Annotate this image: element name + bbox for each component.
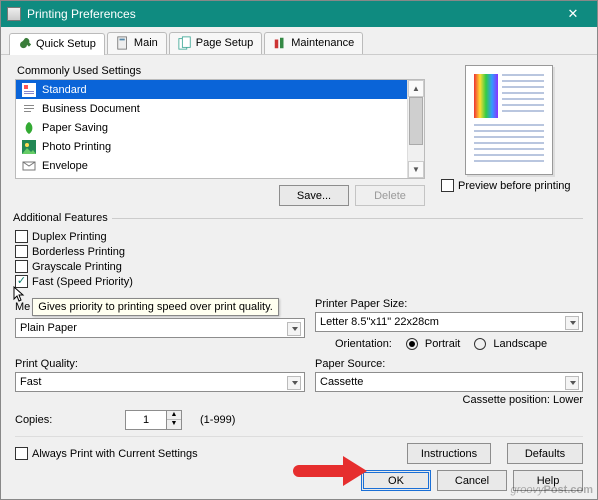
grayscale-label: Grayscale Printing: [32, 261, 122, 273]
borderless-checkbox[interactable]: [15, 245, 28, 258]
tab-label: Quick Setup: [36, 38, 96, 50]
borderless-label: Borderless Printing: [32, 246, 125, 258]
list-item-label: Business Document: [42, 103, 140, 115]
portrait-label: Portrait: [425, 338, 460, 350]
cassette-note: Cassette position: Lower: [315, 394, 583, 406]
fast-label: Fast (Speed Priority): [32, 276, 133, 288]
paper-saving-icon: [22, 121, 36, 135]
landscape-radio[interactable]: [474, 338, 486, 350]
tab-label: Main: [134, 37, 158, 49]
document-icon: [116, 36, 130, 50]
portrait-radio[interactable]: [406, 338, 418, 350]
list-item-label: Standard: [42, 84, 87, 96]
print-quality-value: Fast: [20, 376, 41, 388]
copies-label: Copies:: [15, 414, 115, 426]
standard-icon: [22, 83, 36, 97]
wrench-icon: [18, 37, 32, 51]
print-quality-select[interactable]: Fast: [15, 372, 305, 392]
scroll-thumb[interactable]: [409, 97, 423, 145]
fast-checkbox[interactable]: [15, 275, 28, 288]
paper-source-select[interactable]: Cassette: [315, 372, 583, 392]
preview-label: Preview before printing: [458, 180, 571, 192]
landscape-radio-row[interactable]: Landscape: [474, 338, 547, 350]
list-item-envelope[interactable]: Envelope: [16, 156, 407, 175]
business-doc-icon: [22, 102, 36, 116]
tab-maintenance[interactable]: Maintenance: [264, 32, 363, 54]
copies-input[interactable]: [125, 410, 167, 430]
instructions-button[interactable]: Instructions: [407, 443, 491, 464]
save-button[interactable]: Save...: [279, 185, 349, 206]
commonly-used-listbox[interactable]: Standard Business Document Paper Saving: [15, 79, 425, 179]
titlebar: Printing Preferences ✕: [1, 1, 597, 27]
cancel-button[interactable]: Cancel: [437, 470, 507, 491]
paper-source-label: Paper Source:: [315, 358, 583, 370]
paper-size-value: Letter 8.5"x11" 22x28cm: [320, 316, 439, 328]
printer-icon: [7, 7, 21, 21]
scroll-up-button[interactable]: ▲: [408, 80, 424, 97]
list-item-paper-saving[interactable]: Paper Saving: [16, 118, 407, 137]
defaults-button[interactable]: Defaults: [507, 443, 583, 464]
tab-page-setup[interactable]: Page Setup: [169, 32, 263, 54]
always-print-label: Always Print with Current Settings: [32, 448, 198, 460]
maintenance-icon: [273, 36, 287, 50]
page-preview: [465, 65, 553, 175]
paper-source-value: Cassette: [320, 376, 363, 388]
tab-strip: Quick Setup Main Page Setup Maintenance: [1, 27, 597, 55]
list-item-label: Paper Saving: [42, 122, 108, 134]
spin-down[interactable]: ▼: [167, 420, 181, 429]
fast-tooltip: Gives priority to printing speed over pr…: [32, 298, 279, 316]
list-item-photo[interactable]: Photo Printing: [16, 137, 407, 156]
pages-icon: [178, 36, 192, 50]
additional-features-label: Additional Features: [13, 212, 112, 224]
listbox-scrollbar[interactable]: ▲ ▼: [407, 80, 424, 178]
paper-size-select[interactable]: Letter 8.5"x11" 22x28cm: [315, 312, 583, 332]
portrait-radio-row[interactable]: Portrait: [406, 338, 460, 350]
ok-button[interactable]: OK: [361, 470, 431, 491]
paper-size-label: Printer Paper Size:: [315, 298, 583, 310]
photo-icon: [22, 140, 36, 154]
landscape-label: Landscape: [493, 338, 547, 350]
list-item-label: Photo Printing: [42, 141, 111, 153]
preview-checkbox[interactable]: [441, 179, 454, 192]
help-button[interactable]: Help: [513, 470, 583, 491]
tab-label: Maintenance: [291, 37, 354, 49]
spin-up[interactable]: ▲: [167, 411, 181, 420]
scroll-down-button[interactable]: ▼: [408, 161, 424, 178]
media-label: Me: [15, 301, 30, 313]
tab-quick-setup[interactable]: Quick Setup: [9, 33, 105, 55]
media-value: Plain Paper: [20, 322, 77, 334]
delete-button: Delete: [355, 185, 425, 206]
media-type-select[interactable]: Plain Paper: [15, 318, 305, 338]
list-item-standard[interactable]: Standard: [16, 80, 407, 99]
copies-spinner[interactable]: ▲▼: [125, 410, 182, 430]
always-print-checkbox[interactable]: [15, 447, 28, 460]
list-item-business[interactable]: Business Document: [16, 99, 407, 118]
window-title: Printing Preferences: [27, 7, 555, 21]
tab-main[interactable]: Main: [107, 32, 167, 54]
close-button[interactable]: ✕: [555, 1, 591, 27]
printing-preferences-dialog: Printing Preferences ✕ Quick Setup Main …: [0, 0, 598, 500]
orientation-label: Orientation:: [335, 338, 392, 350]
commonly-used-label: Commonly Used Settings: [17, 65, 425, 77]
copies-range: (1-999): [200, 414, 235, 426]
grayscale-checkbox[interactable]: [15, 260, 28, 273]
print-quality-label: Print Quality:: [15, 358, 305, 370]
tab-label: Page Setup: [196, 37, 254, 49]
duplex-label: Duplex Printing: [32, 231, 107, 243]
envelope-icon: [22, 159, 36, 173]
duplex-checkbox[interactable]: [15, 230, 28, 243]
list-item-label: Envelope: [42, 160, 88, 172]
